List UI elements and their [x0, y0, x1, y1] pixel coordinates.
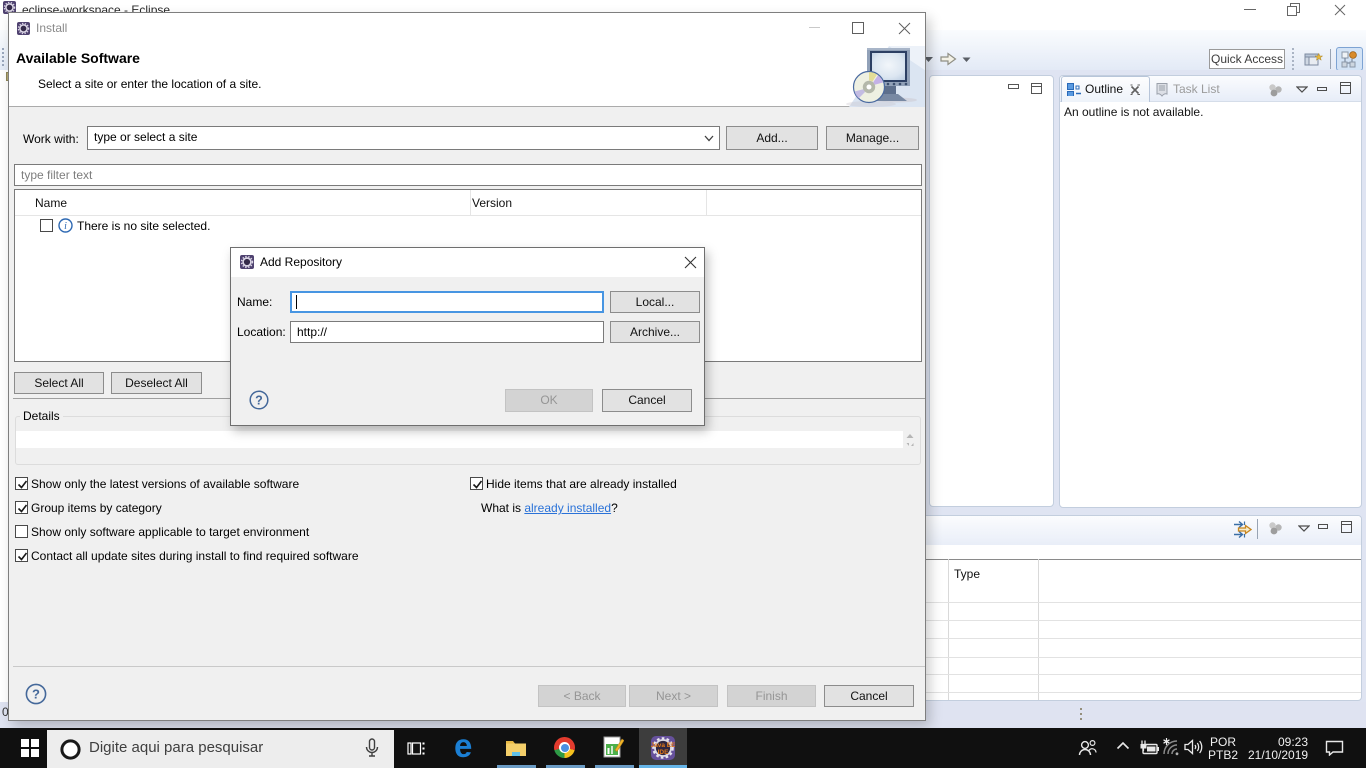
svg-text:?: ?: [32, 687, 40, 702]
svg-text:Java EE: Java EE: [651, 742, 675, 749]
svg-text:IDE: IDE: [658, 749, 670, 756]
svg-text:i: i: [64, 221, 67, 232]
svg-text:?: ?: [255, 394, 263, 408]
